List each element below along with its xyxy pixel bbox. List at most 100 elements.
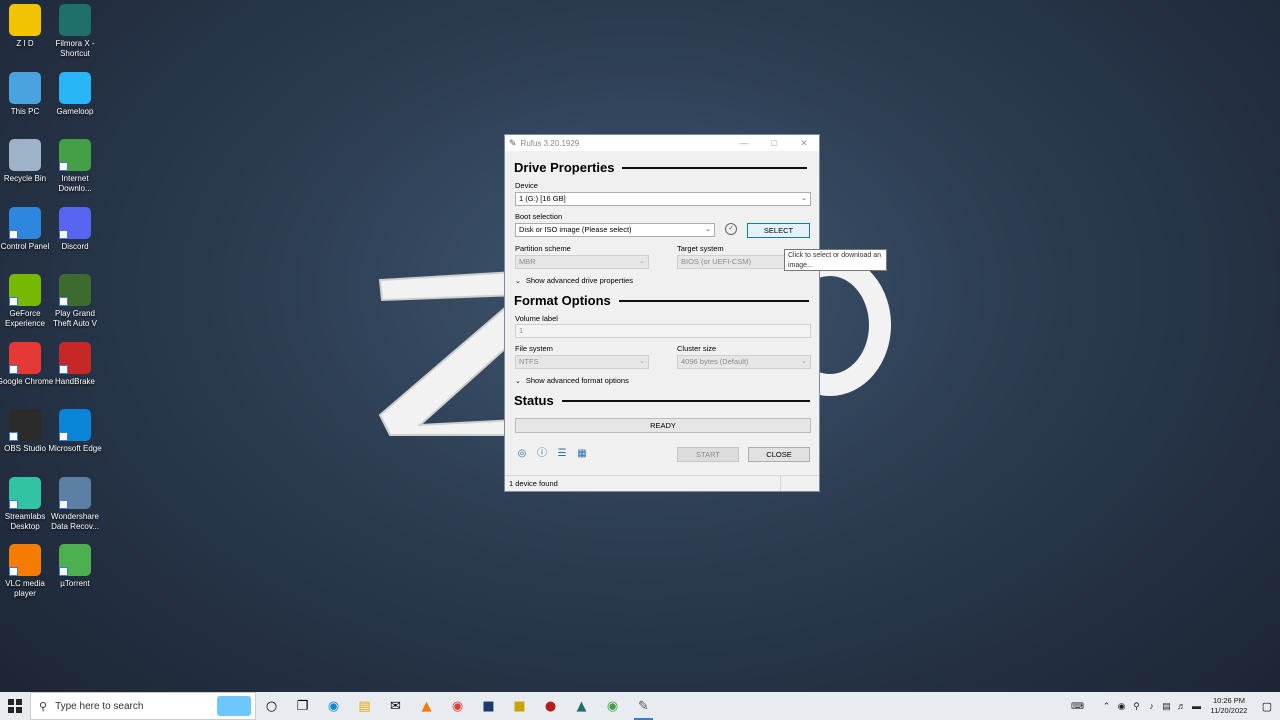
app-icon xyxy=(9,206,41,239)
volume-icon[interactable]: ♬ xyxy=(1174,701,1189,711)
cortana-icon[interactable]: ○ xyxy=(256,692,287,720)
taskbar: ⚲ Type here to search ○ ❐ ◉ ▤ ✉ ▲ ◉ ■ ■ … xyxy=(0,692,1280,720)
chevron-down-icon: ⌄ xyxy=(801,195,807,202)
network-icon[interactable]: ▤ xyxy=(1159,701,1174,712)
title-bar[interactable]: ✎ Rufus 3.20.1929 — □ ✕ xyxy=(505,135,819,151)
volume-label-label: Volume label xyxy=(515,314,558,323)
filmora-taskbar-icon[interactable]: ▲ xyxy=(566,692,597,720)
clock[interactable]: 10:26 PM 11/20/2022 xyxy=(1204,696,1254,716)
desktop-icon[interactable]: HandBrake xyxy=(45,338,105,404)
app-icon xyxy=(59,4,91,36)
chevron-down-icon: ⌄ xyxy=(639,258,645,265)
app-icon xyxy=(59,544,91,576)
info-icon[interactable]: ⓘ xyxy=(536,448,548,460)
boot-selection-label: Boot selection xyxy=(515,212,563,221)
progress-bar: READY xyxy=(515,418,811,433)
vlc-taskbar-icon[interactable]: ▲ xyxy=(411,692,442,720)
chevron-down-icon: ⌄ xyxy=(801,358,807,365)
shortcut-arrow-icon xyxy=(9,297,18,306)
search-icon: ⚲ xyxy=(39,700,48,713)
format-options-heading: Format Options xyxy=(514,293,809,308)
microphone-icon[interactable]: ♪ xyxy=(1144,701,1159,711)
globe-icon[interactable]: ◎ xyxy=(516,448,528,460)
photoshop-icon[interactable]: ■ xyxy=(473,692,504,720)
location-icon[interactable]: ⚲ xyxy=(1129,701,1144,712)
app-icon xyxy=(9,274,41,306)
language-icon[interactable]: ▬ xyxy=(1189,701,1204,711)
show-advanced-drive-properties[interactable]: ⌄ Show advanced drive properties xyxy=(515,276,633,285)
recorder-icon[interactable]: ● xyxy=(535,692,566,720)
cluster-size-label: Cluster size xyxy=(677,344,717,353)
desktop-icon-label: Gameloop xyxy=(56,106,94,116)
app-icon xyxy=(9,139,41,171)
shortcut-arrow-icon xyxy=(59,432,68,441)
desktop-icon-label: Recycle Bin xyxy=(3,174,47,183)
shortcut-arrow-icon xyxy=(9,567,18,576)
chevron-up-icon[interactable]: ⌃ xyxy=(1099,701,1114,712)
window-title: Rufus 3.20.1929 xyxy=(520,138,580,148)
sticky-notes-icon[interactable]: ■ xyxy=(504,692,535,720)
log-icon[interactable]: ▦ xyxy=(576,448,588,460)
desktop-icon-label: This PC xyxy=(10,106,40,116)
desktop-icon-label: Control Panel xyxy=(0,241,50,251)
desktop-icon-label: Wondershare Data Recov... xyxy=(51,511,99,531)
close-window-button[interactable]: ✕ xyxy=(789,135,819,151)
app-icon xyxy=(59,409,91,441)
clock-date: 11/20/2022 xyxy=(1210,706,1248,715)
maximize-button[interactable]: □ xyxy=(759,135,789,151)
partition-scheme-dropdown[interactable]: MBR ⌄ xyxy=(515,255,649,269)
file-system-dropdown[interactable]: NTFS ⌄ xyxy=(515,355,649,369)
chrome-profile-icon[interactable]: ◉ xyxy=(597,692,628,720)
app-icon xyxy=(9,341,41,374)
app-icon xyxy=(9,409,41,441)
desktop-icon[interactable]: Microsoft Edge xyxy=(45,405,105,471)
edge-taskbar-icon[interactable]: ◉ xyxy=(318,692,349,720)
select-button[interactable]: SELECT xyxy=(747,223,810,238)
webcam-icon[interactable]: ◉ xyxy=(1114,701,1129,712)
desktop-icon[interactable]: µTorrent xyxy=(45,540,105,606)
shortcut-arrow-icon xyxy=(9,229,18,239)
shortcut-arrow-icon xyxy=(59,567,68,576)
show-advanced-format-options[interactable]: ⌄ Show advanced format options xyxy=(515,376,629,385)
desktop-icon[interactable]: Filmora X - Shortcut xyxy=(45,0,105,66)
target-system-label: Target system xyxy=(677,244,724,253)
desktop-icon[interactable]: Gameloop xyxy=(45,68,105,134)
notifications-icon[interactable]: ▢ xyxy=(1254,700,1280,713)
start-button[interactable]: START xyxy=(677,447,739,462)
volume-label-input[interactable]: 1 xyxy=(515,324,811,338)
system-tray: ⌨ ⌃ ◉ ⚲ ♪ ▤ ♬ ▬ 10:26 PM 11/20/2022 ▢ xyxy=(1070,692,1280,720)
rufus-taskbar-icon[interactable]: ✎ xyxy=(628,692,659,720)
status-heading: Status xyxy=(514,393,810,408)
keyboard-icon[interactable]: ⌨ xyxy=(1070,701,1085,712)
desktop-icon-label: µTorrent xyxy=(60,579,90,588)
desktop-icon[interactable]: Wondershare Data Recov... xyxy=(45,473,105,539)
desktop-icon-label: Internet Downlo... xyxy=(58,174,92,193)
start-button[interactable] xyxy=(0,692,30,720)
task-view-icon[interactable]: ❐ xyxy=(287,692,318,720)
shortcut-arrow-icon xyxy=(9,364,18,374)
desktop-icon[interactable]: Discord xyxy=(45,203,105,269)
chevron-down-icon: ⌄ xyxy=(515,277,521,285)
shortcut-arrow-icon xyxy=(59,162,68,171)
taskbar-search[interactable]: ⚲ Type here to search xyxy=(30,692,256,720)
shortcut-arrow-icon xyxy=(59,499,68,509)
checksum-icon[interactable]: ✓ xyxy=(725,223,737,235)
search-highlight-icon xyxy=(217,696,251,716)
device-dropdown[interactable]: 1 (G:) [16 GB] ⌄ xyxy=(515,192,811,206)
boot-selection-dropdown[interactable]: Disk or ISO image (Please select) ⌄ xyxy=(515,223,715,237)
chevron-down-icon: ⌄ xyxy=(639,358,645,365)
settings-sliders-icon[interactable]: ☰ xyxy=(556,448,568,460)
mail-icon[interactable]: ✉ xyxy=(380,692,411,720)
app-icon xyxy=(59,341,91,374)
cluster-size-dropdown[interactable]: 4096 bytes (Default) ⌄ xyxy=(677,355,811,369)
desktop-icon[interactable]: Play Grand Theft Auto V xyxy=(45,270,105,336)
file-explorer-icon[interactable]: ▤ xyxy=(349,692,380,720)
chevron-down-icon: ⌄ xyxy=(515,377,521,385)
close-button[interactable]: CLOSE xyxy=(748,447,810,462)
chrome-taskbar-icon[interactable]: ◉ xyxy=(442,692,473,720)
app-icon xyxy=(59,274,91,306)
clock-time: 10:26 PM xyxy=(1212,696,1246,705)
desktop-icon-label: Play Grand Theft Auto V xyxy=(52,309,98,328)
minimize-button[interactable]: — xyxy=(729,135,759,151)
desktop-icon[interactable]: Internet Downlo... xyxy=(45,135,105,201)
